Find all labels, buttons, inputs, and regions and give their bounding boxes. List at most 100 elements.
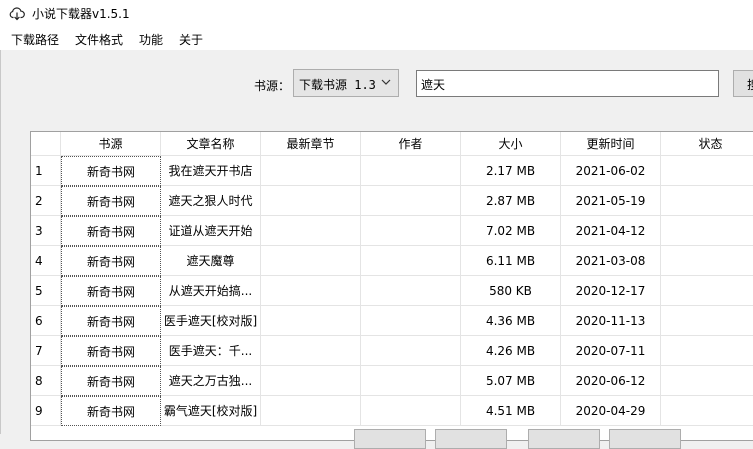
- col-header-author[interactable]: 作者: [361, 132, 461, 156]
- cell-latest[interactable]: [261, 216, 361, 246]
- source-label: 书源：: [254, 79, 291, 93]
- row-number[interactable]: 6: [31, 306, 61, 336]
- cell-name[interactable]: 医手遮天[校对版]: [161, 306, 261, 336]
- cell-date[interactable]: 2021-06-02: [561, 156, 661, 186]
- cell-name[interactable]: 遮天之狠人时代: [161, 186, 261, 216]
- menu-bar: 下载路径 文件格式 功能 关于: [0, 26, 753, 50]
- cell-author[interactable]: [361, 336, 461, 366]
- cell-size[interactable]: 580 KB: [461, 276, 561, 306]
- cell-status[interactable]: [661, 246, 753, 276]
- row-number[interactable]: 1: [31, 156, 61, 186]
- row-number[interactable]: 7: [31, 336, 61, 366]
- cell-source[interactable]: 新奇书网: [61, 216, 161, 246]
- cell-author[interactable]: [361, 276, 461, 306]
- cell-author[interactable]: [361, 246, 461, 276]
- cell-size[interactable]: 6.11 MB: [461, 246, 561, 276]
- cell-name[interactable]: 从遮天开始搞...: [161, 276, 261, 306]
- cell-date[interactable]: 2021-04-12: [561, 216, 661, 246]
- cell-status[interactable]: [661, 396, 753, 426]
- window-title: 小说下载器v1.5.1: [32, 7, 130, 21]
- cell-author[interactable]: [361, 216, 461, 246]
- cell-latest[interactable]: [261, 396, 361, 426]
- search-button[interactable]: 搜: [733, 70, 753, 97]
- cell-name[interactable]: 证道从遮天开始: [161, 216, 261, 246]
- cell-size[interactable]: 7.02 MB: [461, 216, 561, 246]
- row-number[interactable]: 5: [31, 276, 61, 306]
- cell-latest[interactable]: [261, 306, 361, 336]
- cell-date[interactable]: 2021-05-19: [561, 186, 661, 216]
- cell-name[interactable]: 遮天魔尊: [161, 246, 261, 276]
- cell-author[interactable]: [361, 396, 461, 426]
- cell-source[interactable]: 新奇书网: [61, 396, 161, 426]
- col-header-status[interactable]: 状态: [661, 132, 753, 156]
- cell-size[interactable]: 2.87 MB: [461, 186, 561, 216]
- cell-date[interactable]: 2020-04-29: [561, 396, 661, 426]
- cell-latest[interactable]: [261, 156, 361, 186]
- col-header-latest[interactable]: 最新章节: [261, 132, 361, 156]
- row-number[interactable]: 4: [31, 246, 61, 276]
- row-header-corner: [31, 132, 61, 156]
- cell-size[interactable]: 4.26 MB: [461, 336, 561, 366]
- cell-author[interactable]: [361, 366, 461, 396]
- cell-status[interactable]: [661, 186, 753, 216]
- menu-functions[interactable]: 功能: [139, 31, 163, 48]
- cell-status[interactable]: [661, 276, 753, 306]
- col-header-name[interactable]: 文章名称: [161, 132, 261, 156]
- col-header-size[interactable]: 大小: [461, 132, 561, 156]
- bottom-button-3[interactable]: [528, 429, 600, 449]
- cell-status[interactable]: [661, 216, 753, 246]
- bottom-button-4[interactable]: [609, 429, 681, 449]
- cell-latest[interactable]: [261, 336, 361, 366]
- cell-author[interactable]: [361, 186, 461, 216]
- cell-latest[interactable]: [261, 276, 361, 306]
- row-number[interactable]: 2: [31, 186, 61, 216]
- cell-status[interactable]: [661, 306, 753, 336]
- cell-date[interactable]: 2020-11-13: [561, 306, 661, 336]
- cell-latest[interactable]: [261, 246, 361, 276]
- cell-name[interactable]: 遮天之万古独...: [161, 366, 261, 396]
- cell-name[interactable]: 医手遮天：千...: [161, 336, 261, 366]
- cell-size[interactable]: 4.51 MB: [461, 396, 561, 426]
- source-select[interactable]: 下载书源 1.3: [293, 69, 399, 97]
- cell-author[interactable]: [361, 156, 461, 186]
- row-number[interactable]: 9: [31, 396, 61, 426]
- menu-about[interactable]: 关于: [179, 31, 203, 48]
- cell-status[interactable]: [661, 156, 753, 186]
- cell-status[interactable]: [661, 336, 753, 366]
- menu-file-format[interactable]: 文件格式: [75, 31, 123, 48]
- chevron-down-icon: [381, 79, 391, 85]
- cell-source[interactable]: 新奇书网: [61, 336, 161, 366]
- col-header-date[interactable]: 更新时间: [561, 132, 661, 156]
- cell-source[interactable]: 新奇书网: [61, 306, 161, 336]
- cell-name[interactable]: 我在遮天开书店: [161, 156, 261, 186]
- cell-source[interactable]: 新奇书网: [61, 156, 161, 186]
- row-number[interactable]: 3: [31, 216, 61, 246]
- search-button-label: 搜: [747, 76, 753, 93]
- content-left-border: [0, 50, 1, 434]
- cell-author[interactable]: [361, 306, 461, 336]
- search-input[interactable]: 遮天: [416, 70, 719, 97]
- cell-latest[interactable]: [261, 366, 361, 396]
- cell-size[interactable]: 2.17 MB: [461, 156, 561, 186]
- cell-source[interactable]: 新奇书网: [61, 186, 161, 216]
- cell-latest[interactable]: [261, 186, 361, 216]
- col-header-source[interactable]: 书源: [61, 132, 161, 156]
- menu-download-path[interactable]: 下载路径: [11, 31, 59, 48]
- cell-date[interactable]: 2021-03-08: [561, 246, 661, 276]
- results-table[interactable]: 书源 文章名称 最新章节 作者 大小 更新时间 状态 1 新奇书网 我在遮天开书店 2…: [30, 131, 753, 441]
- cell-date[interactable]: 2020-06-12: [561, 366, 661, 396]
- row-number[interactable]: 8: [31, 366, 61, 396]
- cell-date[interactable]: 2020-07-11: [561, 336, 661, 366]
- cell-date[interactable]: 2020-12-17: [561, 276, 661, 306]
- cell-size[interactable]: 4.36 MB: [461, 306, 561, 336]
- cell-name[interactable]: 霸气遮天[校对版]: [161, 396, 261, 426]
- cloud-download-icon: [9, 7, 25, 21]
- cell-status[interactable]: [661, 366, 753, 396]
- cell-source[interactable]: 新奇书网: [61, 246, 161, 276]
- bottom-button-1[interactable]: [354, 429, 426, 449]
- cell-size[interactable]: 5.07 MB: [461, 366, 561, 396]
- cell-source[interactable]: 新奇书网: [61, 366, 161, 396]
- bottom-button-2[interactable]: [435, 429, 507, 449]
- cell-source[interactable]: 新奇书网: [61, 276, 161, 306]
- title-bar: 小说下载器v1.5.1: [0, 0, 753, 26]
